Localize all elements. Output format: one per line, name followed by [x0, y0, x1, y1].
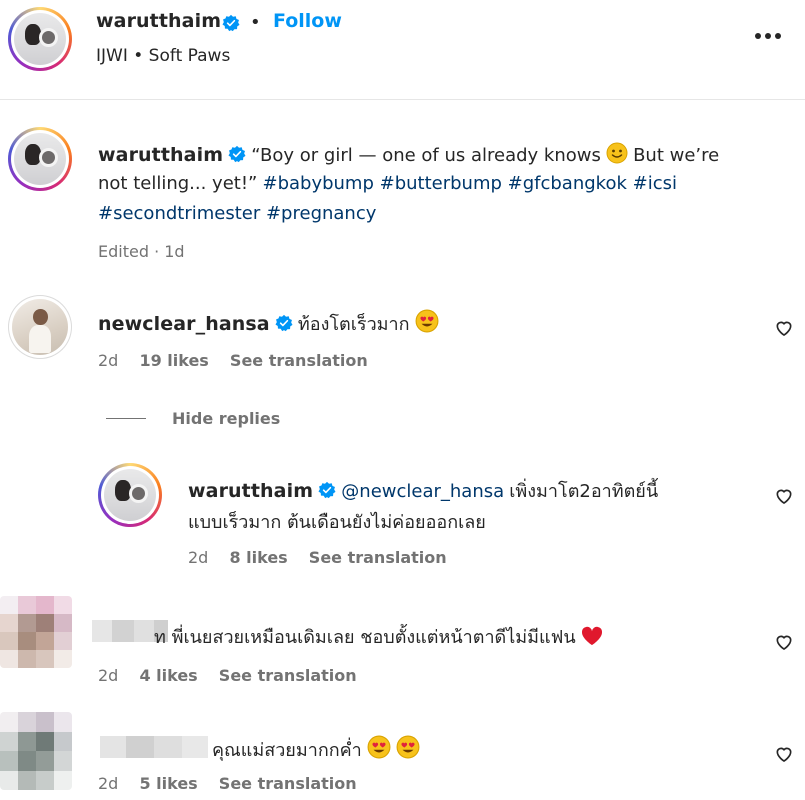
- commenter-avatar[interactable]: [8, 295, 72, 359]
- verified-badge-icon: [222, 14, 240, 32]
- reply-line-1: warutthaim @newclear_hansa เพิ่งมาโต2อาท…: [188, 476, 658, 505]
- reply-text-line2: แบบเร็วมาก ต้นเดือนยังไม่ค่อยออกเลย: [188, 512, 486, 533]
- verified-badge-icon: [275, 314, 293, 332]
- reply-meta: 2d 8 likes See translation: [188, 548, 447, 567]
- comment-meta: 2d 5 likes See translation: [98, 774, 357, 793]
- pixelated-avatar[interactable]: [0, 712, 72, 790]
- header-separator: •: [250, 12, 261, 33]
- reply-username[interactable]: warutthaim: [188, 480, 313, 502]
- comment-username[interactable]: newclear_hansa: [98, 313, 270, 335]
- caption-username[interactable]: warutthaim: [98, 144, 223, 166]
- replies-divider: [106, 418, 146, 419]
- caption-meta: Edited · 1d: [98, 242, 185, 261]
- caption-line-1: warutthaim “Boy or girl — one of us alre…: [98, 142, 719, 166]
- like-comment-heart-icon[interactable]: [774, 632, 794, 652]
- red-heart-emoji-icon: [581, 626, 602, 646]
- verified-badge-icon: [318, 481, 336, 499]
- reply-likes[interactable]: 8 likes: [229, 548, 287, 567]
- comment-text: คุณแม่สวยมากกค่ำ: [212, 740, 362, 761]
- comment-line: ท พี่เนยสวยเหมือนเดิมเลย ชอบตั้งแต่หน้าต…: [154, 622, 603, 651]
- comment-meta: 2d 4 likes See translation: [98, 666, 357, 685]
- heart-eyes-emoji-icon: [396, 735, 420, 759]
- like-comment-heart-icon[interactable]: [774, 318, 794, 338]
- see-translation-link[interactable]: See translation: [309, 548, 447, 567]
- follow-button[interactable]: Follow: [273, 10, 342, 32]
- caption-text: “Boy or girl — one of us already knows: [251, 145, 601, 166]
- hide-replies-button[interactable]: Hide replies: [172, 409, 280, 428]
- comment-text: ท พี่เนยสวยเหมือนเดิมเลย ชอบตั้งแต่หน้าต…: [154, 627, 576, 648]
- comment-time[interactable]: 2d: [98, 666, 118, 685]
- caption-hashtags[interactable]: #babybump #butterbump #gfcbangkok #icsi: [262, 173, 676, 194]
- reply-time[interactable]: 2d: [188, 548, 208, 567]
- reply-mention-link[interactable]: @newclear_hansa: [341, 481, 504, 502]
- heart-eyes-emoji-icon: [415, 309, 439, 333]
- pixelated-avatar[interactable]: [0, 596, 72, 668]
- comment-likes[interactable]: 5 likes: [139, 774, 197, 793]
- comment-meta: 2d 19 likes See translation: [98, 351, 368, 370]
- see-translation-link[interactable]: See translation: [219, 774, 357, 793]
- caption-author-avatar[interactable]: [8, 127, 72, 191]
- more-horizontal-icon[interactable]: [754, 30, 782, 42]
- smiling-face-emoji-icon: [606, 142, 628, 164]
- heart-eyes-emoji-icon: [367, 735, 391, 759]
- caption-text-continued: But we’re: [633, 145, 720, 166]
- audio-track-link[interactable]: IJWI • Soft Paws: [96, 46, 230, 66]
- comment-time[interactable]: 2d: [98, 351, 118, 370]
- see-translation-link[interactable]: See translation: [230, 351, 368, 370]
- reply-text: เพิ่งมาโต2อาทิตย์นี้: [509, 481, 659, 502]
- post-header: warutthaim • Follow IJWI • Soft Paws: [0, 0, 805, 100]
- comment-likes[interactable]: 4 likes: [139, 666, 197, 685]
- comment-line: newclear_hansa ท้องโตเร็วมาก: [98, 309, 439, 338]
- reply-author-avatar[interactable]: [98, 463, 162, 527]
- caption-line-3: #secondtrimester #pregnancy: [98, 203, 376, 224]
- like-reply-heart-icon[interactable]: [774, 486, 794, 506]
- comment-line: คุณแม่สวยมากกค่ำ: [212, 735, 420, 764]
- like-comment-heart-icon[interactable]: [774, 744, 794, 764]
- comment-time[interactable]: 2d: [98, 774, 118, 793]
- comment-text: ท้องโตเร็วมาก: [297, 314, 410, 335]
- caption-text-line2: not telling... yet!”: [98, 173, 258, 194]
- pixelated-username[interactable]: [100, 736, 208, 758]
- caption-line-2: not telling... yet!” #babybump #butterbu…: [98, 173, 677, 194]
- see-translation-link[interactable]: See translation: [219, 666, 357, 685]
- verified-badge-icon: [228, 145, 246, 163]
- author-username[interactable]: warutthaim: [96, 10, 221, 32]
- caption-hashtags-2[interactable]: #secondtrimester #pregnancy: [98, 203, 376, 224]
- comment-likes[interactable]: 19 likes: [139, 351, 208, 370]
- author-avatar[interactable]: [8, 7, 72, 71]
